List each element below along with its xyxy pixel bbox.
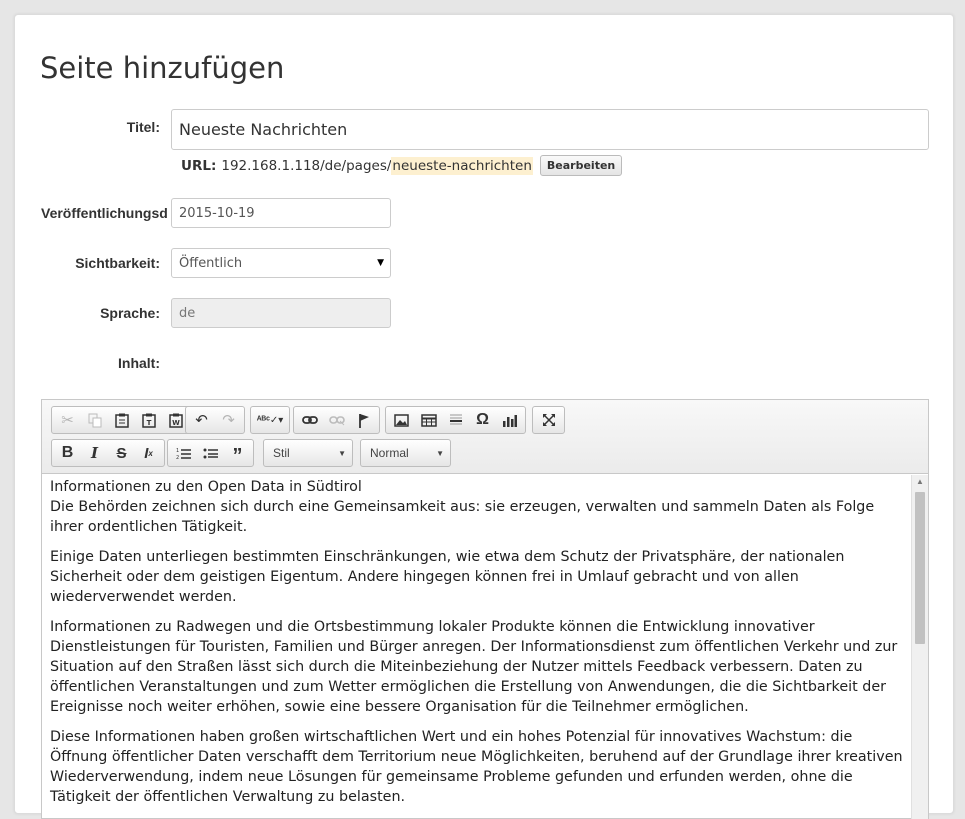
svg-text:2: 2: [176, 455, 179, 460]
spellcheck-group: ᴬᴮᶜ✓▾: [250, 406, 290, 434]
maximize-icon[interactable]: [535, 408, 562, 432]
page-panel: Seite hinzufügen Titel: Neueste Nachrich…: [14, 14, 954, 819]
content-paragraph: Informationen zu Radwegen und die Ortsbe…: [50, 619, 898, 715]
page-title: Seite hinzufügen: [40, 51, 285, 85]
editor-scrollbar[interactable]: ▲: [911, 475, 928, 819]
content-paragraph: Einige Daten unterliegen bestimmten Eins…: [50, 549, 845, 605]
anchor-icon[interactable]: [350, 408, 377, 432]
visibility-value: Öffentlich: [179, 255, 243, 271]
content-label: Inhalt:: [118, 355, 160, 371]
scroll-up-icon[interactable]: ▲: [912, 477, 928, 486]
format-dropdown-arrow-icon: ▼: [436, 448, 444, 458]
undo-icon[interactable]: ↶: [188, 408, 215, 432]
paste-text-icon[interactable]: T: [135, 408, 162, 432]
url-slug: neueste-nachrichten: [391, 156, 533, 175]
scroll-thumb[interactable]: [915, 492, 925, 644]
paste-icon[interactable]: [108, 408, 135, 432]
tools-group: [532, 406, 565, 434]
spellcheck-icon[interactable]: ᴬᴮᶜ✓▾: [253, 408, 287, 432]
content-heading: Informationen zu den Open Data in Südtir…: [50, 479, 362, 495]
clipboard-group: ✂ T W: [51, 406, 192, 434]
remove-format-icon[interactable]: Ix: [135, 441, 162, 465]
numbered-list-icon[interactable]: 12: [170, 441, 197, 465]
language-label: Sprache:: [100, 305, 160, 321]
edit-slug-button[interactable]: Bearbeiten: [539, 155, 623, 176]
cut-icon[interactable]: ✂: [54, 408, 81, 432]
content-paragraph: Diese Informationen haben großen wirtsch…: [50, 729, 903, 805]
link-icon[interactable]: [296, 408, 323, 432]
bold-icon[interactable]: B: [54, 441, 81, 465]
chart-icon[interactable]: [496, 408, 523, 432]
format-combo[interactable]: Normal ▼: [360, 439, 451, 467]
url-base: 192.168.1.118/de/pages/: [221, 157, 392, 174]
style-combo[interactable]: Stil ▼: [263, 439, 353, 467]
history-group: ↶ ↷: [185, 406, 245, 434]
editor-content[interactable]: Informationen zu den Open Data in Südtir…: [42, 475, 912, 819]
svg-text:1: 1: [176, 448, 179, 454]
dropdown-arrow-icon: ▼: [377, 258, 384, 268]
links-group: [293, 406, 380, 434]
visibility-label: Sichtbarkeit:: [75, 255, 160, 271]
style-combo-value: Stil: [273, 446, 290, 460]
image-icon[interactable]: [388, 408, 415, 432]
redo-icon[interactable]: ↷: [215, 408, 242, 432]
svg-text:T: T: [146, 419, 151, 427]
title-input[interactable]: Neueste Nachrichten: [171, 109, 929, 150]
strike-icon[interactable]: S: [108, 441, 135, 465]
copy-icon[interactable]: [81, 408, 108, 432]
language-input: de: [171, 298, 391, 328]
style-dropdown-arrow-icon: ▼: [338, 448, 346, 458]
format-combo-value: Normal: [370, 446, 409, 460]
title-label: Titel:: [126, 119, 160, 135]
insert-group: Ω: [385, 406, 526, 434]
unlink-icon[interactable]: [323, 408, 350, 432]
url-label: URL:: [181, 157, 217, 174]
publish-date-label: Veröffentlichungsd: [41, 205, 168, 221]
editor-toolbar: ✂ T W ↶ ↷ ᴬᴮᶜ✓▾ Ω B I S I x 1 2 ” Stil ▼…: [42, 400, 928, 474]
table-icon[interactable]: [415, 408, 442, 432]
svg-text:W: W: [172, 419, 180, 427]
visibility-select[interactable]: Öffentlich ▼: [171, 248, 391, 278]
url-row: URL: 192.168.1.118/de/pages/ neueste-nac…: [181, 155, 623, 176]
horizontal-rule-icon[interactable]: [442, 408, 469, 432]
basic-styles-group: B I S Ix: [51, 439, 165, 467]
special-char-icon[interactable]: Ω: [469, 408, 496, 432]
paragraph-group: 12 ”: [167, 439, 254, 467]
publish-date-input[interactable]: 2015-10-19: [171, 198, 391, 228]
content-paragraph: Die Behörden zeichnen sich durch eine Ge…: [50, 499, 875, 535]
italic-icon[interactable]: I: [81, 441, 108, 465]
blockquote-icon[interactable]: ”: [224, 441, 251, 467]
rich-text-editor: ✂ T W ↶ ↷ ᴬᴮᶜ✓▾ Ω B I S I x 1 2 ” Stil ▼…: [41, 399, 929, 819]
bulleted-list-icon[interactable]: [197, 441, 224, 465]
